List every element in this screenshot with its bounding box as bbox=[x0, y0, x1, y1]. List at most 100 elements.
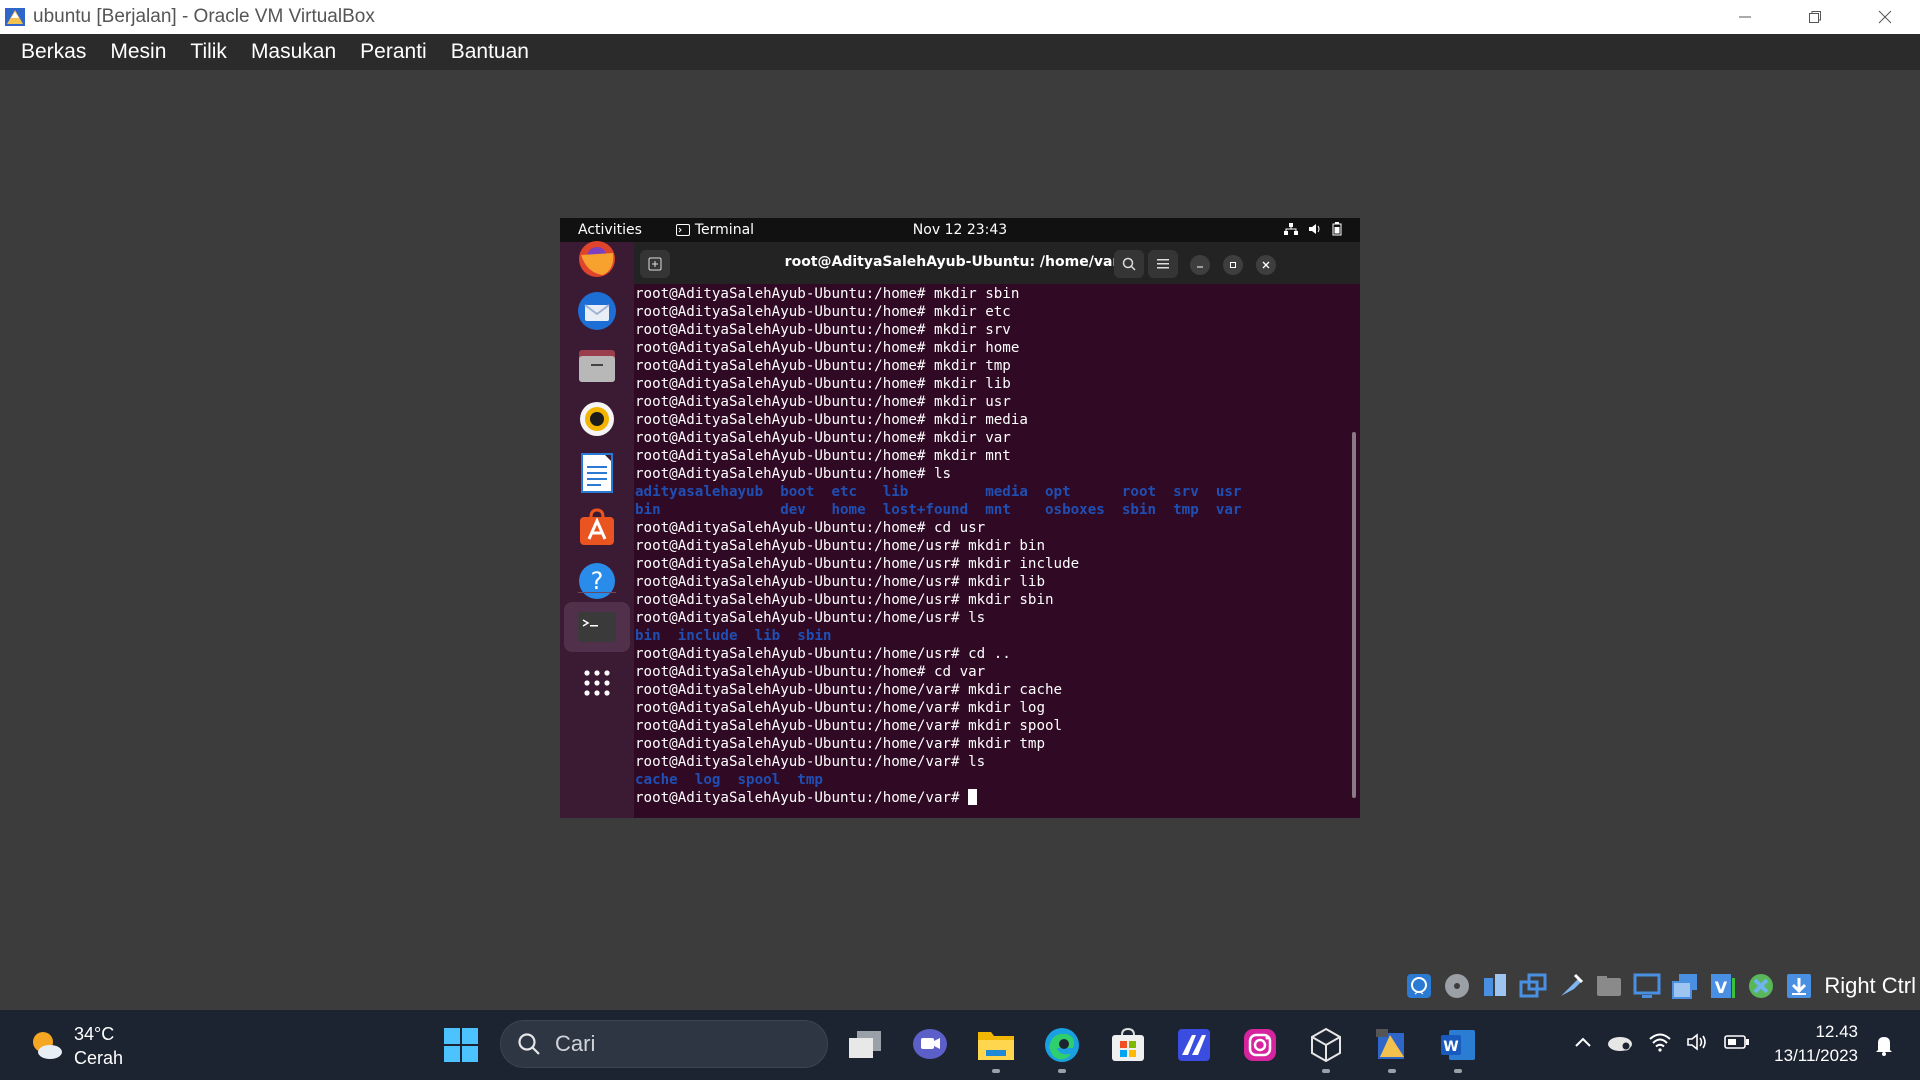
mouse-integration-icon bbox=[1748, 974, 1773, 998]
guest-system-tray[interactable] bbox=[1284, 222, 1342, 236]
terminal-close-button[interactable] bbox=[1256, 255, 1276, 275]
terminal-command-line: root@AdityaSalehAyub-Ubuntu:/home# mkdir… bbox=[635, 394, 1011, 410]
taskbar-word[interactable]: W bbox=[1434, 1021, 1482, 1073]
dock-software[interactable] bbox=[572, 502, 622, 552]
restore-button[interactable] bbox=[1780, 0, 1850, 34]
menu-peranti[interactable]: Peranti bbox=[348, 34, 439, 70]
speaker-icon[interactable] bbox=[1686, 1032, 1710, 1052]
weather-sun-cloud-icon bbox=[33, 1032, 62, 1059]
virtualbox-menubar: Berkas Mesin Tilik Masukan Peranti Bantu… bbox=[0, 34, 1920, 70]
usb-indicator[interactable] bbox=[1554, 970, 1587, 1003]
optical-drive-indicator[interactable] bbox=[1440, 970, 1473, 1003]
dock-thunderbird[interactable] bbox=[572, 286, 622, 336]
battery-icon[interactable] bbox=[1724, 1034, 1750, 1050]
terminal-small-icon bbox=[675, 224, 690, 236]
taskbar-chat[interactable] bbox=[906, 1021, 954, 1069]
terminal-command-line: root@AdityaSalehAyub-Ubuntu:/home/var# l… bbox=[635, 754, 986, 770]
dock-writer[interactable] bbox=[572, 448, 622, 498]
microsoft-store-icon bbox=[1112, 1027, 1144, 1061]
close-button[interactable] bbox=[1850, 0, 1920, 34]
minimize-button[interactable] bbox=[1710, 0, 1780, 34]
terminal-command-line: root@AdityaSalehAyub-Ubuntu:/home/usr# l… bbox=[635, 610, 986, 626]
taskbar-vscode-like[interactable] bbox=[1170, 1021, 1218, 1069]
menu-berkas[interactable]: Berkas bbox=[9, 34, 98, 70]
menu-mesin[interactable]: Mesin bbox=[98, 34, 178, 70]
windows-taskbar: 34°C Cerah Cari W 12.43 13/11/2023 bbox=[0, 1010, 1920, 1080]
terminal-minimize-button[interactable] bbox=[1190, 255, 1210, 275]
minimize-icon bbox=[1739, 16, 1751, 18]
start-button[interactable] bbox=[437, 1021, 485, 1069]
terminal-output[interactable]: root@AdityaSalehAyub-Ubuntu:/home# mkdir… bbox=[634, 284, 1360, 818]
edge-browser-icon bbox=[1045, 1028, 1079, 1062]
terminal-command-line: root@AdityaSalehAyub-Ubuntu:/home# mkdir… bbox=[635, 304, 1011, 320]
taskbar-instagram[interactable] bbox=[1236, 1021, 1284, 1069]
dock-firefox[interactable] bbox=[572, 234, 622, 284]
terminal-window[interactable]: root@AdityaSalehAyub-Ubuntu: /home/var r… bbox=[634, 242, 1360, 818]
window-stack-icon bbox=[1671, 974, 1697, 999]
taskbar-file-explorer[interactable] bbox=[972, 1021, 1020, 1073]
menu-button[interactable] bbox=[1148, 250, 1178, 278]
guest-screen[interactable]: Activities Terminal Nov 12 23:43 ? root@… bbox=[560, 218, 1360, 818]
terminal-command-line: root@AdityaSalehAyub-Ubuntu:/home# mkdir… bbox=[635, 448, 1011, 464]
keyboard-capture-indicator[interactable] bbox=[1782, 970, 1815, 1003]
taskbar-virtualbox-manager[interactable] bbox=[1302, 1021, 1350, 1073]
display-indicator[interactable] bbox=[1630, 970, 1663, 1003]
minimize-icon bbox=[1197, 266, 1203, 268]
hard-disk-indicator[interactable] bbox=[1402, 970, 1435, 1003]
taskbar-edge[interactable] bbox=[1038, 1021, 1086, 1073]
terminal-command-line: root@AdityaSalehAyub-Ubuntu:/home# ls bbox=[635, 466, 952, 482]
dock-terminal[interactable] bbox=[564, 602, 630, 652]
gnome-top-bar: Activities Terminal Nov 12 23:43 bbox=[560, 218, 1360, 242]
network-indicator[interactable] bbox=[1516, 970, 1549, 1003]
weather-condition: Cerah bbox=[74, 1048, 124, 1068]
wifi-icon[interactable] bbox=[1648, 1032, 1672, 1052]
dock-show-apps[interactable] bbox=[572, 658, 622, 708]
windows-start-icon bbox=[444, 1028, 478, 1062]
menu-bantuan[interactable]: Bantuan bbox=[439, 34, 541, 70]
onedrive-cloud-icon[interactable] bbox=[1606, 1032, 1634, 1052]
restore-icon bbox=[1809, 11, 1821, 23]
vtx-indicator[interactable]: V bbox=[1706, 970, 1739, 1003]
taskbar-task-view[interactable] bbox=[841, 1021, 889, 1069]
recording-indicator[interactable] bbox=[1668, 970, 1701, 1003]
running-indicator bbox=[1388, 1069, 1396, 1073]
terminal-ls-output-line: adityasalehayub boot etc lib media opt r… bbox=[635, 484, 1242, 500]
guest-clock[interactable]: Nov 12 23:43 bbox=[913, 222, 1007, 238]
search-placeholder: Cari bbox=[555, 1031, 596, 1056]
shared-folders-indicator[interactable] bbox=[1592, 970, 1625, 1003]
terminal-command-line: root@AdityaSalehAyub-Ubuntu:/home# cd us… bbox=[635, 520, 986, 536]
chat-icon bbox=[913, 1029, 947, 1059]
writer-icon bbox=[581, 453, 613, 493]
dock-rhythmbox[interactable] bbox=[572, 394, 622, 444]
dock-help[interactable]: ? bbox=[572, 556, 622, 606]
dock-files[interactable] bbox=[572, 340, 622, 390]
terminal-command-line: root@AdityaSalehAyub-Ubuntu:/home/var# m… bbox=[635, 718, 1063, 734]
app-grid-icon bbox=[584, 670, 610, 696]
terminal-scrollbar[interactable] bbox=[1352, 432, 1356, 798]
weather-widget[interactable]: 34°C Cerah bbox=[28, 1022, 123, 1070]
terminal-maximize-button[interactable] bbox=[1223, 255, 1243, 275]
taskbar-search[interactable]: Cari bbox=[500, 1020, 828, 1068]
svg-text:W: W bbox=[1443, 1039, 1458, 1055]
host-key-label: Right Ctrl bbox=[1824, 973, 1916, 998]
usb-icon bbox=[1560, 973, 1583, 996]
taskbar-store[interactable] bbox=[1104, 1021, 1152, 1069]
terminal-headerbar: root@AdityaSalehAyub-Ubuntu: /home/var bbox=[634, 242, 1360, 284]
menu-tilik[interactable]: Tilik bbox=[178, 34, 239, 70]
taskbar-clock[interactable]: 12.43 13/11/2023 bbox=[1774, 1020, 1858, 1068]
terminal-current-prompt[interactable]: root@AdityaSalehAyub-Ubuntu:/home/var# bbox=[635, 789, 1360, 807]
notification-bell-icon[interactable] bbox=[1874, 1034, 1894, 1056]
dock-separator bbox=[578, 592, 616, 593]
mouse-integration-indicator[interactable] bbox=[1744, 970, 1777, 1003]
weather-temp: 34°C bbox=[74, 1024, 115, 1044]
running-indicator bbox=[1058, 1069, 1066, 1073]
menu-masukan[interactable]: Masukan bbox=[239, 34, 348, 70]
chevron-up-icon[interactable] bbox=[1574, 1036, 1592, 1048]
optical-disc-icon bbox=[1444, 974, 1469, 998]
app-menu[interactable]: Terminal bbox=[675, 222, 754, 238]
audio-indicator[interactable] bbox=[1478, 970, 1511, 1003]
search-button[interactable] bbox=[1114, 250, 1144, 278]
taskbar-virtualbox-vm[interactable] bbox=[1368, 1021, 1416, 1073]
terminal-command-line: root@AdityaSalehAyub-Ubuntu:/home# mkdir… bbox=[635, 340, 1020, 356]
terminal-command-line: root@AdityaSalehAyub-Ubuntu:/home/var# m… bbox=[635, 736, 1045, 752]
